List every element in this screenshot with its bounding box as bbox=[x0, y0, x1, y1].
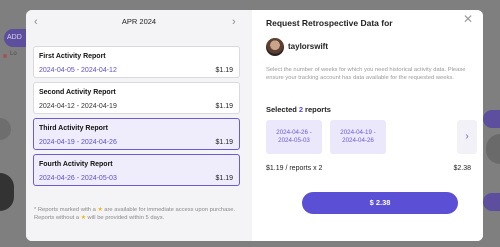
report-title: Third Activity Report bbox=[39, 125, 108, 132]
chevron-right-icon[interactable]: › bbox=[232, 15, 236, 29]
selected-suffix: reports bbox=[305, 105, 331, 114]
selected-count: 2 bbox=[298, 105, 304, 114]
panel-description: Select the number of weeks for which you… bbox=[266, 67, 466, 81]
request-panel: ✕ Request Retrospective Data for taylors… bbox=[252, 10, 483, 241]
background-status-dot bbox=[3, 54, 7, 58]
report-item-second[interactable]: Second Activity Report 2024-04-12 - 2024… bbox=[33, 82, 240, 114]
availability-note: * Reports marked with a ★ are available … bbox=[34, 206, 244, 222]
panel-title: Request Retrospective Data for bbox=[266, 18, 393, 28]
report-title: First Activity Report bbox=[39, 53, 106, 60]
report-dates: 2024-04-12 - 2024-04-19 bbox=[39, 103, 117, 110]
report-title: Fourth Activity Report bbox=[39, 161, 113, 168]
price-summary: $1.19 / reports x 2 bbox=[266, 165, 323, 172]
report-dates: 2024-04-26 - 2024-05-03 bbox=[39, 175, 117, 182]
chevron-right-icon[interactable]: › bbox=[457, 120, 477, 154]
chip-date-end: 2024-05-03 bbox=[278, 137, 310, 144]
username: taylorswift bbox=[288, 42, 329, 51]
price-total: $2.38 bbox=[453, 165, 471, 172]
report-price: $1.19 bbox=[215, 67, 233, 74]
background-add-button: ADD bbox=[4, 29, 26, 47]
retrospective-data-modal: ‹ APR 2024 › First Activity Report 2024-… bbox=[26, 10, 483, 241]
background-pill-button bbox=[483, 110, 500, 128]
background-avatar-placeholder-right bbox=[486, 134, 500, 164]
report-item-fourth[interactable]: Fourth Activity Report 2024-04-26 - 2024… bbox=[33, 154, 240, 186]
background-pill-button bbox=[483, 193, 500, 211]
report-price: $1.19 bbox=[215, 103, 233, 110]
pay-button[interactable]: $ 2.38 bbox=[302, 192, 458, 214]
background-avatar bbox=[0, 173, 14, 211]
note-text: * Reports marked with a bbox=[34, 207, 98, 213]
selected-report-chip[interactable]: 2024-04-26 - 2024-05-03 bbox=[266, 120, 322, 154]
report-title: Second Activity Report bbox=[39, 89, 116, 96]
close-icon[interactable]: ✕ bbox=[463, 13, 473, 25]
report-price: $1.19 bbox=[215, 139, 233, 146]
calendar-month-label: APR 2024 bbox=[121, 17, 157, 26]
report-item-third[interactable]: Third Activity Report 2024-04-19 - 2024-… bbox=[33, 118, 240, 150]
note-text: will be provided within 5 days. bbox=[85, 215, 165, 221]
background-avatar-placeholder bbox=[0, 118, 11, 140]
background-lang-text: Lo bbox=[10, 51, 17, 57]
calendar-header: ‹ APR 2024 › bbox=[26, 15, 252, 29]
report-dates: 2024-04-19 - 2024-04-26 bbox=[39, 139, 117, 146]
report-item-first[interactable]: First Activity Report 2024-04-05 - 2024-… bbox=[33, 46, 240, 78]
report-price: $1.19 bbox=[215, 175, 233, 182]
chip-date-end: 2024-04-26 bbox=[342, 137, 374, 144]
selected-reports-label: Selected 2 reports bbox=[266, 105, 331, 114]
selected-prefix: Selected bbox=[266, 105, 297, 114]
report-calendar-panel: ‹ APR 2024 › First Activity Report 2024-… bbox=[26, 10, 252, 241]
report-dates: 2024-04-05 - 2024-04-12 bbox=[39, 67, 117, 74]
chip-date-start: 2024-04-19 - bbox=[340, 129, 376, 136]
selected-report-chip[interactable]: 2024-04-19 - 2024-04-26 bbox=[330, 120, 386, 154]
chip-date-start: 2024-04-26 - bbox=[276, 129, 312, 136]
avatar bbox=[266, 38, 284, 56]
